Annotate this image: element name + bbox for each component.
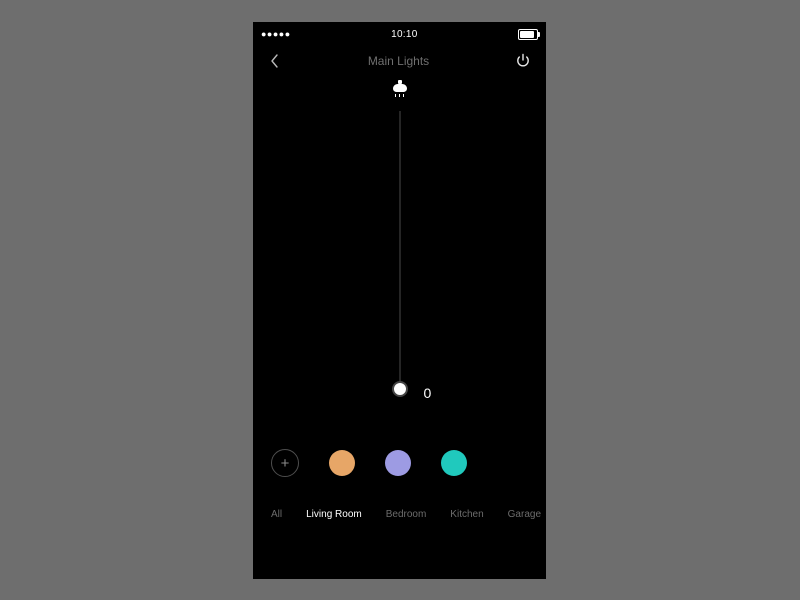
color-presets: + xyxy=(253,439,546,477)
page-title: Main Lights xyxy=(368,54,429,68)
room-tab-garage[interactable]: Garage xyxy=(508,509,541,520)
room-tab-livingroom[interactable]: Living Room xyxy=(306,509,362,520)
status-bar: ●●●●● 10:10 xyxy=(253,22,546,42)
chevron-left-icon xyxy=(270,54,280,68)
battery-icon xyxy=(518,29,538,40)
plus-icon: + xyxy=(281,456,290,471)
room-tab-all[interactable]: All xyxy=(271,509,282,520)
slider-track xyxy=(399,111,400,391)
brightness-slider[interactable]: 0 xyxy=(253,111,546,411)
slider-value: 0 xyxy=(424,385,432,401)
signal-dots-icon: ●●●●● xyxy=(261,29,291,39)
rooms-tabs: All Living Room Bedroom Kitchen Garage xyxy=(253,509,546,520)
slider-handle[interactable] xyxy=(392,381,408,397)
back-button[interactable] xyxy=(267,53,283,69)
room-tab-kitchen[interactable]: Kitchen xyxy=(450,509,483,520)
status-time: 10:10 xyxy=(391,29,418,40)
add-preset-button[interactable]: + xyxy=(271,449,299,477)
room-tab-bedroom[interactable]: Bedroom xyxy=(386,509,427,520)
phone-frame: ●●●●● 10:10 Main Lights 0 + xyxy=(253,22,546,579)
color-swatch-1[interactable] xyxy=(385,450,411,476)
color-swatch-2[interactable] xyxy=(441,450,467,476)
color-swatch-0[interactable] xyxy=(329,450,355,476)
light-icon xyxy=(253,84,546,97)
power-button[interactable] xyxy=(514,52,532,70)
nav-bar: Main Lights xyxy=(253,42,546,74)
power-icon xyxy=(515,53,531,69)
